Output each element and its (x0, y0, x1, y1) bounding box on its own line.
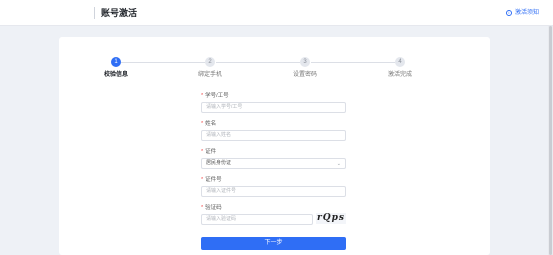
header-divider (94, 7, 95, 19)
required-mark: * (201, 93, 204, 99)
captcha-image[interactable]: rQps (316, 213, 346, 224)
chevron-down-icon: ⌄ (336, 161, 341, 167)
step-2-label: 绑定手机 (197, 72, 223, 78)
student-id-label: * 学号/工号 (201, 93, 229, 99)
step-connector (216, 62, 300, 63)
id-number-label: * 证件号 (201, 177, 222, 183)
info-circle-icon: i (505, 10, 512, 16)
name-input[interactable]: 请输入姓名 (201, 130, 346, 141)
required-mark: * (201, 149, 204, 155)
id-type-value: 居民身份证 (206, 160, 232, 166)
step-3-indicator: 3 (300, 57, 310, 67)
id-type-label: * 证件 (201, 149, 217, 155)
captcha-input[interactable]: 请输入验证码 (201, 214, 313, 225)
step-4-indicator: 4 (395, 57, 405, 67)
step-1-indicator: 1 (111, 57, 121, 67)
page-title: 账号激活 (101, 8, 138, 18)
step-2-indicator: 2 (205, 57, 215, 67)
id-type-select[interactable]: 居民身份证 ⌄ (201, 158, 346, 169)
next-step-button[interactable]: 下一步 (201, 237, 346, 250)
captcha-label: * 验证码 (201, 205, 222, 211)
activation-notice-label: 激活须知 (514, 10, 539, 16)
activation-notice-link[interactable]: i 激活须知 (505, 8, 539, 18)
step-4-label: 激活完成 (387, 72, 413, 78)
required-mark: * (201, 121, 204, 127)
scrollbar-thumb[interactable] (549, 26, 552, 255)
step-connector (311, 62, 395, 63)
required-mark: * (201, 177, 204, 183)
page-scrollbar[interactable] (548, 26, 553, 255)
student-id-input[interactable]: 请输入学号/工号 (201, 102, 346, 113)
top-bar: 账号激活 i 激活须知 (0, 0, 553, 26)
name-label: * 姓名 (201, 121, 217, 127)
step-connector (121, 62, 205, 63)
step-3-label: 设置密码 (292, 72, 318, 78)
required-mark: * (201, 205, 204, 211)
step-1-label: 校验信息 (103, 72, 129, 78)
id-number-input[interactable]: 请输入证件号 (201, 186, 346, 197)
